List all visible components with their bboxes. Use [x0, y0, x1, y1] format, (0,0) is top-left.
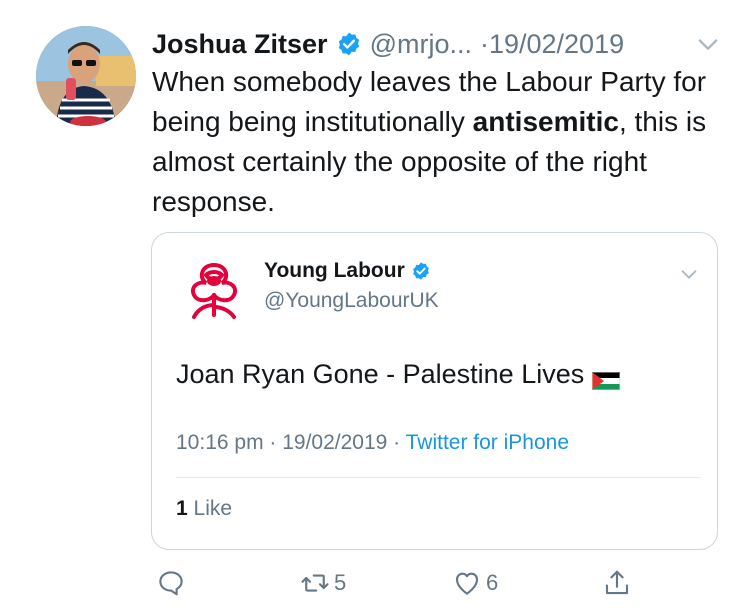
quote-likes-count: 1 — [176, 497, 188, 520]
quote-likes[interactable]: 1 Like — [176, 497, 232, 521]
author-handle[interactable]: @mrjo... — [370, 29, 472, 60]
tweet-header: Joshua Zitser @mrjo... ·19/02/2019 — [152, 24, 624, 64]
quote-header: Young Labour — [264, 259, 431, 283]
reply-button[interactable] — [156, 568, 186, 598]
reply-icon — [159, 571, 183, 596]
author-avatar[interactable] — [36, 26, 136, 126]
like-button[interactable]: 6 — [452, 568, 498, 598]
quote-text: Joan Ryan Gone - Palestine Lives — [176, 359, 621, 390]
quote-time: 10:16 pm · 19/02/2019 · — [176, 431, 406, 454]
palestine-flag-icon — [592, 366, 621, 390]
heart-icon — [455, 572, 479, 595]
tweet-text: When somebody leaves the Labour Party fo… — [152, 62, 732, 222]
share-icon — [605, 570, 629, 595]
quote-source-link[interactable]: Twitter for iPhone — [406, 431, 569, 454]
tweet-date[interactable]: ·19/02/2019 — [480, 29, 624, 60]
quote-meta: 10:16 pm · 19/02/2019 · Twitter for iPho… — [176, 431, 569, 455]
retweet-icon — [301, 574, 329, 592]
quote-text-content: Joan Ryan Gone - Palestine Lives — [176, 359, 585, 389]
labour-rose-logo-icon[interactable] — [176, 251, 252, 327]
chevron-down-icon[interactable] — [678, 263, 700, 285]
retweet-count: 5 — [334, 570, 347, 595]
retweet-button[interactable]: 5 — [300, 568, 346, 598]
verified-badge-icon — [411, 261, 431, 281]
verified-badge-icon — [336, 31, 362, 57]
tweet-action-bar: 5 6 — [0, 560, 750, 606]
chevron-down-icon[interactable] — [694, 30, 722, 58]
author-name[interactable]: Joshua Zitser — [152, 29, 328, 60]
share-button[interactable] — [602, 568, 632, 598]
author-avatar-image — [36, 26, 136, 126]
divider — [176, 477, 701, 478]
quote-author-handle[interactable]: @YoungLabourUK — [264, 289, 439, 313]
quote-author-name[interactable]: Young Labour — [264, 259, 405, 283]
quote-likes-label: Like — [187, 497, 233, 520]
tweet-text-bold: antisemitic — [472, 106, 619, 137]
quoted-tweet-card[interactable]: Young Labour @YoungLabourUK Joan Ryan Go… — [151, 232, 718, 550]
like-count: 6 — [486, 570, 499, 595]
